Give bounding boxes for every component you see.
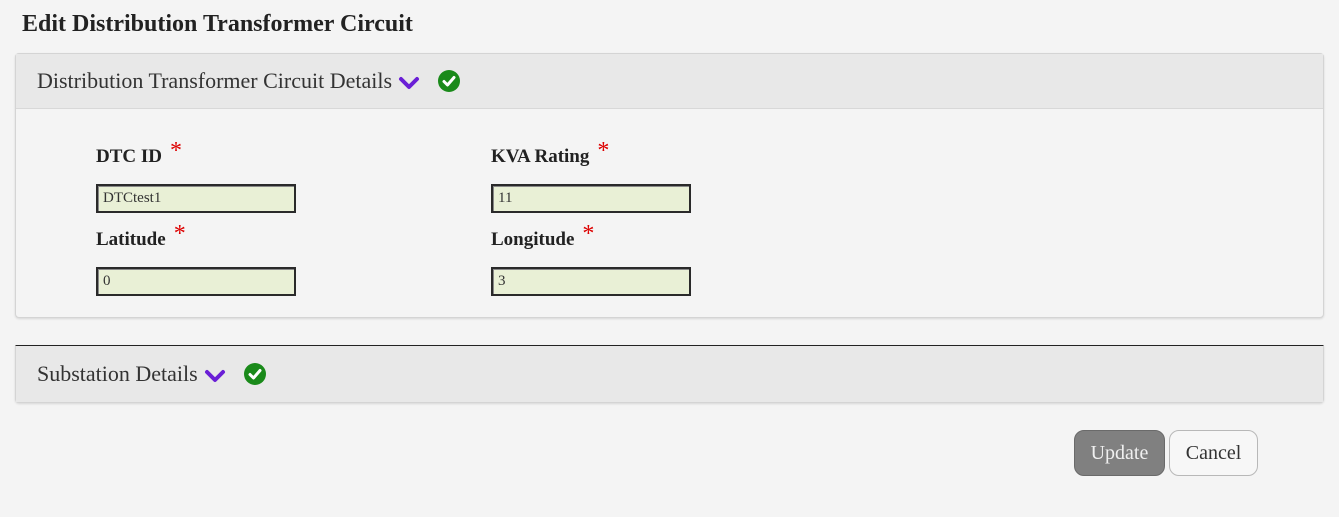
dtc-id-label: DTC ID	[96, 146, 162, 167]
check-circle-icon	[243, 363, 266, 385]
longitude-field: Longitude *	[491, 222, 691, 296]
longitude-input[interactable]	[491, 267, 691, 296]
latitude-field: Latitude *	[96, 222, 296, 296]
dtc-details-header[interactable]: Distribution Transformer Circuit Details	[16, 54, 1323, 109]
substation-details-panel: Substation Details	[15, 345, 1324, 403]
required-marker: *	[582, 221, 595, 247]
check-circle-icon	[438, 70, 461, 92]
required-marker: *	[169, 138, 182, 164]
dtc-id-field: DTC ID *	[96, 139, 296, 213]
dtc-details-panel: Distribution Transformer Circuit Details…	[15, 53, 1324, 318]
dtc-id-input[interactable]	[96, 184, 296, 213]
update-button[interactable]: Update	[1074, 430, 1165, 476]
kva-rating-input[interactable]	[491, 184, 691, 213]
kva-rating-field: KVA Rating *	[491, 139, 691, 213]
latitude-label: Latitude	[96, 229, 166, 250]
cancel-button[interactable]: Cancel	[1169, 430, 1258, 476]
required-marker: *	[173, 221, 186, 247]
chevron-down-icon[interactable]	[204, 365, 226, 387]
required-marker: *	[597, 138, 610, 164]
chevron-down-icon[interactable]	[398, 72, 420, 94]
substation-details-title: Substation Details	[37, 361, 198, 386]
latitude-input[interactable]	[96, 267, 296, 296]
kva-rating-label: KVA Rating	[491, 146, 590, 167]
substation-details-header[interactable]: Substation Details	[16, 346, 1323, 402]
dtc-details-title: Distribution Transformer Circuit Details	[37, 68, 393, 93]
page-title: Edit Distribution Transformer Circuit	[22, 11, 413, 37]
longitude-label: Longitude	[491, 229, 575, 250]
